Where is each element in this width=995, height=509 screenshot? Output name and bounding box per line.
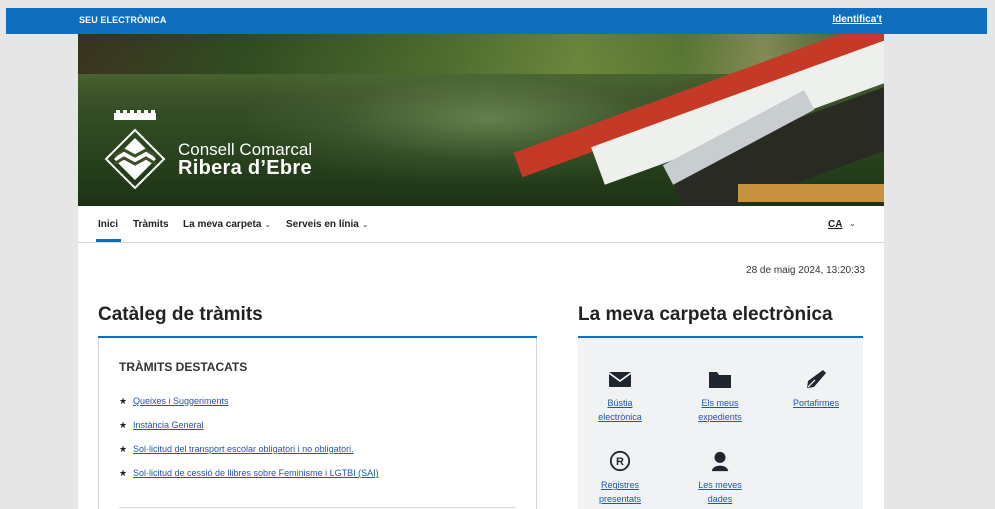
procedure-link-transport[interactable]: Sol·licitud del transport escolar obliga… bbox=[133, 444, 354, 454]
tile-label: Els meus expedients bbox=[680, 396, 760, 424]
star-icon: ★ bbox=[119, 468, 128, 478]
nav-item-serveis-label: Serveis en línia bbox=[286, 219, 359, 230]
nav-item-tramits[interactable]: Tràmits bbox=[133, 219, 169, 230]
crown-icon bbox=[114, 110, 156, 120]
brand-line2: Ribera d’Ebre bbox=[178, 157, 312, 179]
seu-electronica-label: SEU ELECTRÒNICA bbox=[79, 15, 167, 25]
tile-portafirmes[interactable]: Portafirmes bbox=[776, 368, 856, 410]
main-nav: Inici Tràmits La meva carpeta ⌄ Serveis e… bbox=[78, 206, 884, 243]
star-icon: ★ bbox=[119, 396, 128, 406]
tile-label: Bústia electrònica bbox=[580, 396, 660, 424]
boat-floor bbox=[738, 184, 884, 202]
tile-label-line2: expedients bbox=[698, 412, 742, 422]
tile-label-line2: electrònica bbox=[598, 412, 642, 422]
tile-label-line2: presentats bbox=[598, 494, 642, 504]
tile-label-line1: Portafirmes bbox=[792, 398, 839, 408]
tile-registres[interactable]: R Registres presentats bbox=[580, 450, 660, 506]
tile-bustia[interactable]: Bústia electrònica bbox=[580, 368, 660, 424]
hero-banner: Consell Comarcal Ribera d’Ebre bbox=[78, 34, 884, 206]
tile-label: Les meves dades bbox=[680, 478, 760, 506]
star-icon: ★ bbox=[119, 444, 128, 454]
user-icon bbox=[711, 451, 729, 472]
page-container: Consell Comarcal Ribera d’Ebre Inici Trà… bbox=[78, 34, 884, 509]
catalog-title: Catàleg de tràmits bbox=[98, 304, 263, 325]
registered-icon: R bbox=[609, 450, 631, 472]
svg-text:R: R bbox=[616, 456, 624, 468]
current-datetime: 28 de maig 2024, 13:20:33 bbox=[746, 265, 865, 276]
tile-label: Portafirmes bbox=[776, 396, 856, 410]
tile-label-line2: dades bbox=[707, 494, 733, 504]
folder-icon bbox=[709, 372, 731, 388]
tile-label-line1: Les meves bbox=[698, 480, 742, 490]
procedure-link-llibres[interactable]: Sol·licitud de cessió de llibres sobre F… bbox=[133, 468, 379, 478]
tile-label-line1: Els meus bbox=[701, 398, 739, 408]
language-selector[interactable]: CA bbox=[828, 219, 842, 230]
tile-dades[interactable]: Les meves dades bbox=[680, 450, 760, 506]
nav-item-carpeta[interactable]: La meva carpeta ⌄ bbox=[183, 219, 271, 230]
nav-item-serveis[interactable]: Serveis en línia ⌄ bbox=[286, 219, 369, 230]
emblem-icon bbox=[104, 128, 166, 190]
catalog-panel: TRÀMITS DESTACATS ★ Queixes i Suggeriment… bbox=[98, 338, 537, 509]
envelope-icon bbox=[608, 372, 632, 387]
nav-item-inici[interactable]: Inici bbox=[98, 219, 118, 230]
procedure-link-queixes[interactable]: Queixes i Suggeriments bbox=[133, 396, 229, 406]
tile-expedients[interactable]: Els meus expedients bbox=[680, 368, 760, 424]
folder-title: La meva carpeta electrònica bbox=[578, 304, 833, 325]
tile-label-line1: Registres bbox=[600, 480, 639, 490]
chevron-down-icon: ⌄ bbox=[849, 219, 856, 228]
featured-procedures-title: TRÀMITS DESTACATS bbox=[119, 360, 248, 374]
procedure-link-instancia[interactable]: Instància General bbox=[133, 420, 204, 430]
chevron-down-icon: ⌄ bbox=[361, 220, 369, 229]
nav-item-carpeta-label: La meva carpeta bbox=[183, 219, 262, 230]
tile-label-line1: Bústia bbox=[607, 398, 633, 408]
folder-panel: Bústia electrònica Els meus expedients Por… bbox=[578, 338, 863, 509]
star-icon: ★ bbox=[119, 420, 128, 430]
council-logo[interactable]: Consell Comarcal Ribera d’Ebre bbox=[104, 110, 354, 190]
identify-link[interactable]: Identifica't bbox=[832, 14, 882, 25]
divider bbox=[119, 507, 516, 508]
top-bar: SEU ELECTRÒNICA Identifica't bbox=[6, 8, 987, 34]
pen-nib-icon bbox=[807, 370, 826, 388]
nav-active-indicator bbox=[96, 239, 121, 242]
tile-label: Registres presentats bbox=[580, 478, 660, 506]
chevron-down-icon: ⌄ bbox=[264, 220, 272, 229]
